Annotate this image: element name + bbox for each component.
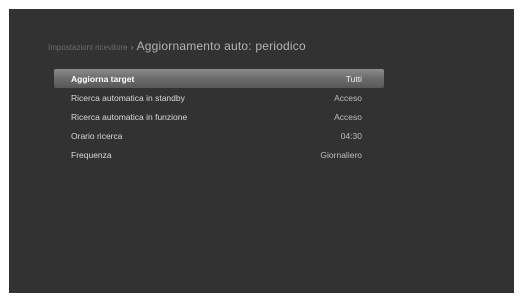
setting-value: 04:30	[340, 131, 362, 141]
setting-label: Orario ricerca	[71, 131, 123, 141]
setting-row-running-search[interactable]: Ricerca automatica in funzione Acceso	[54, 107, 384, 126]
setting-value: Acceso	[334, 112, 362, 122]
setting-row-update-target[interactable]: Aggiorna target Tutti	[54, 69, 384, 88]
breadcrumb-path: Impostazioni ricevitore	[48, 43, 128, 52]
breadcrumb-separator: ›	[130, 42, 134, 52]
page-title: Aggiornamento auto: periodico	[136, 39, 306, 53]
setting-value: Giornaliero	[320, 150, 362, 160]
setting-label: Aggiorna target	[71, 74, 135, 84]
setting-value: Acceso	[334, 93, 362, 103]
tv-screen: Impostazioni ricevitore › Aggiornamento …	[9, 9, 514, 293]
breadcrumb: Impostazioni ricevitore › Aggiornamento …	[48, 39, 306, 53]
setting-row-frequency[interactable]: Frequenza Giornaliero	[54, 145, 384, 164]
settings-list: Aggiorna target Tutti Ricerca automatica…	[54, 69, 384, 164]
setting-label: Frequenza	[71, 150, 112, 160]
setting-label: Ricerca automatica in funzione	[71, 112, 188, 122]
setting-row-standby-search[interactable]: Ricerca automatica in standby Acceso	[54, 88, 384, 107]
setting-value: Tutti	[345, 74, 362, 84]
setting-label: Ricerca automatica in standby	[71, 93, 185, 103]
setting-row-search-time[interactable]: Orario ricerca 04:30	[54, 126, 384, 145]
